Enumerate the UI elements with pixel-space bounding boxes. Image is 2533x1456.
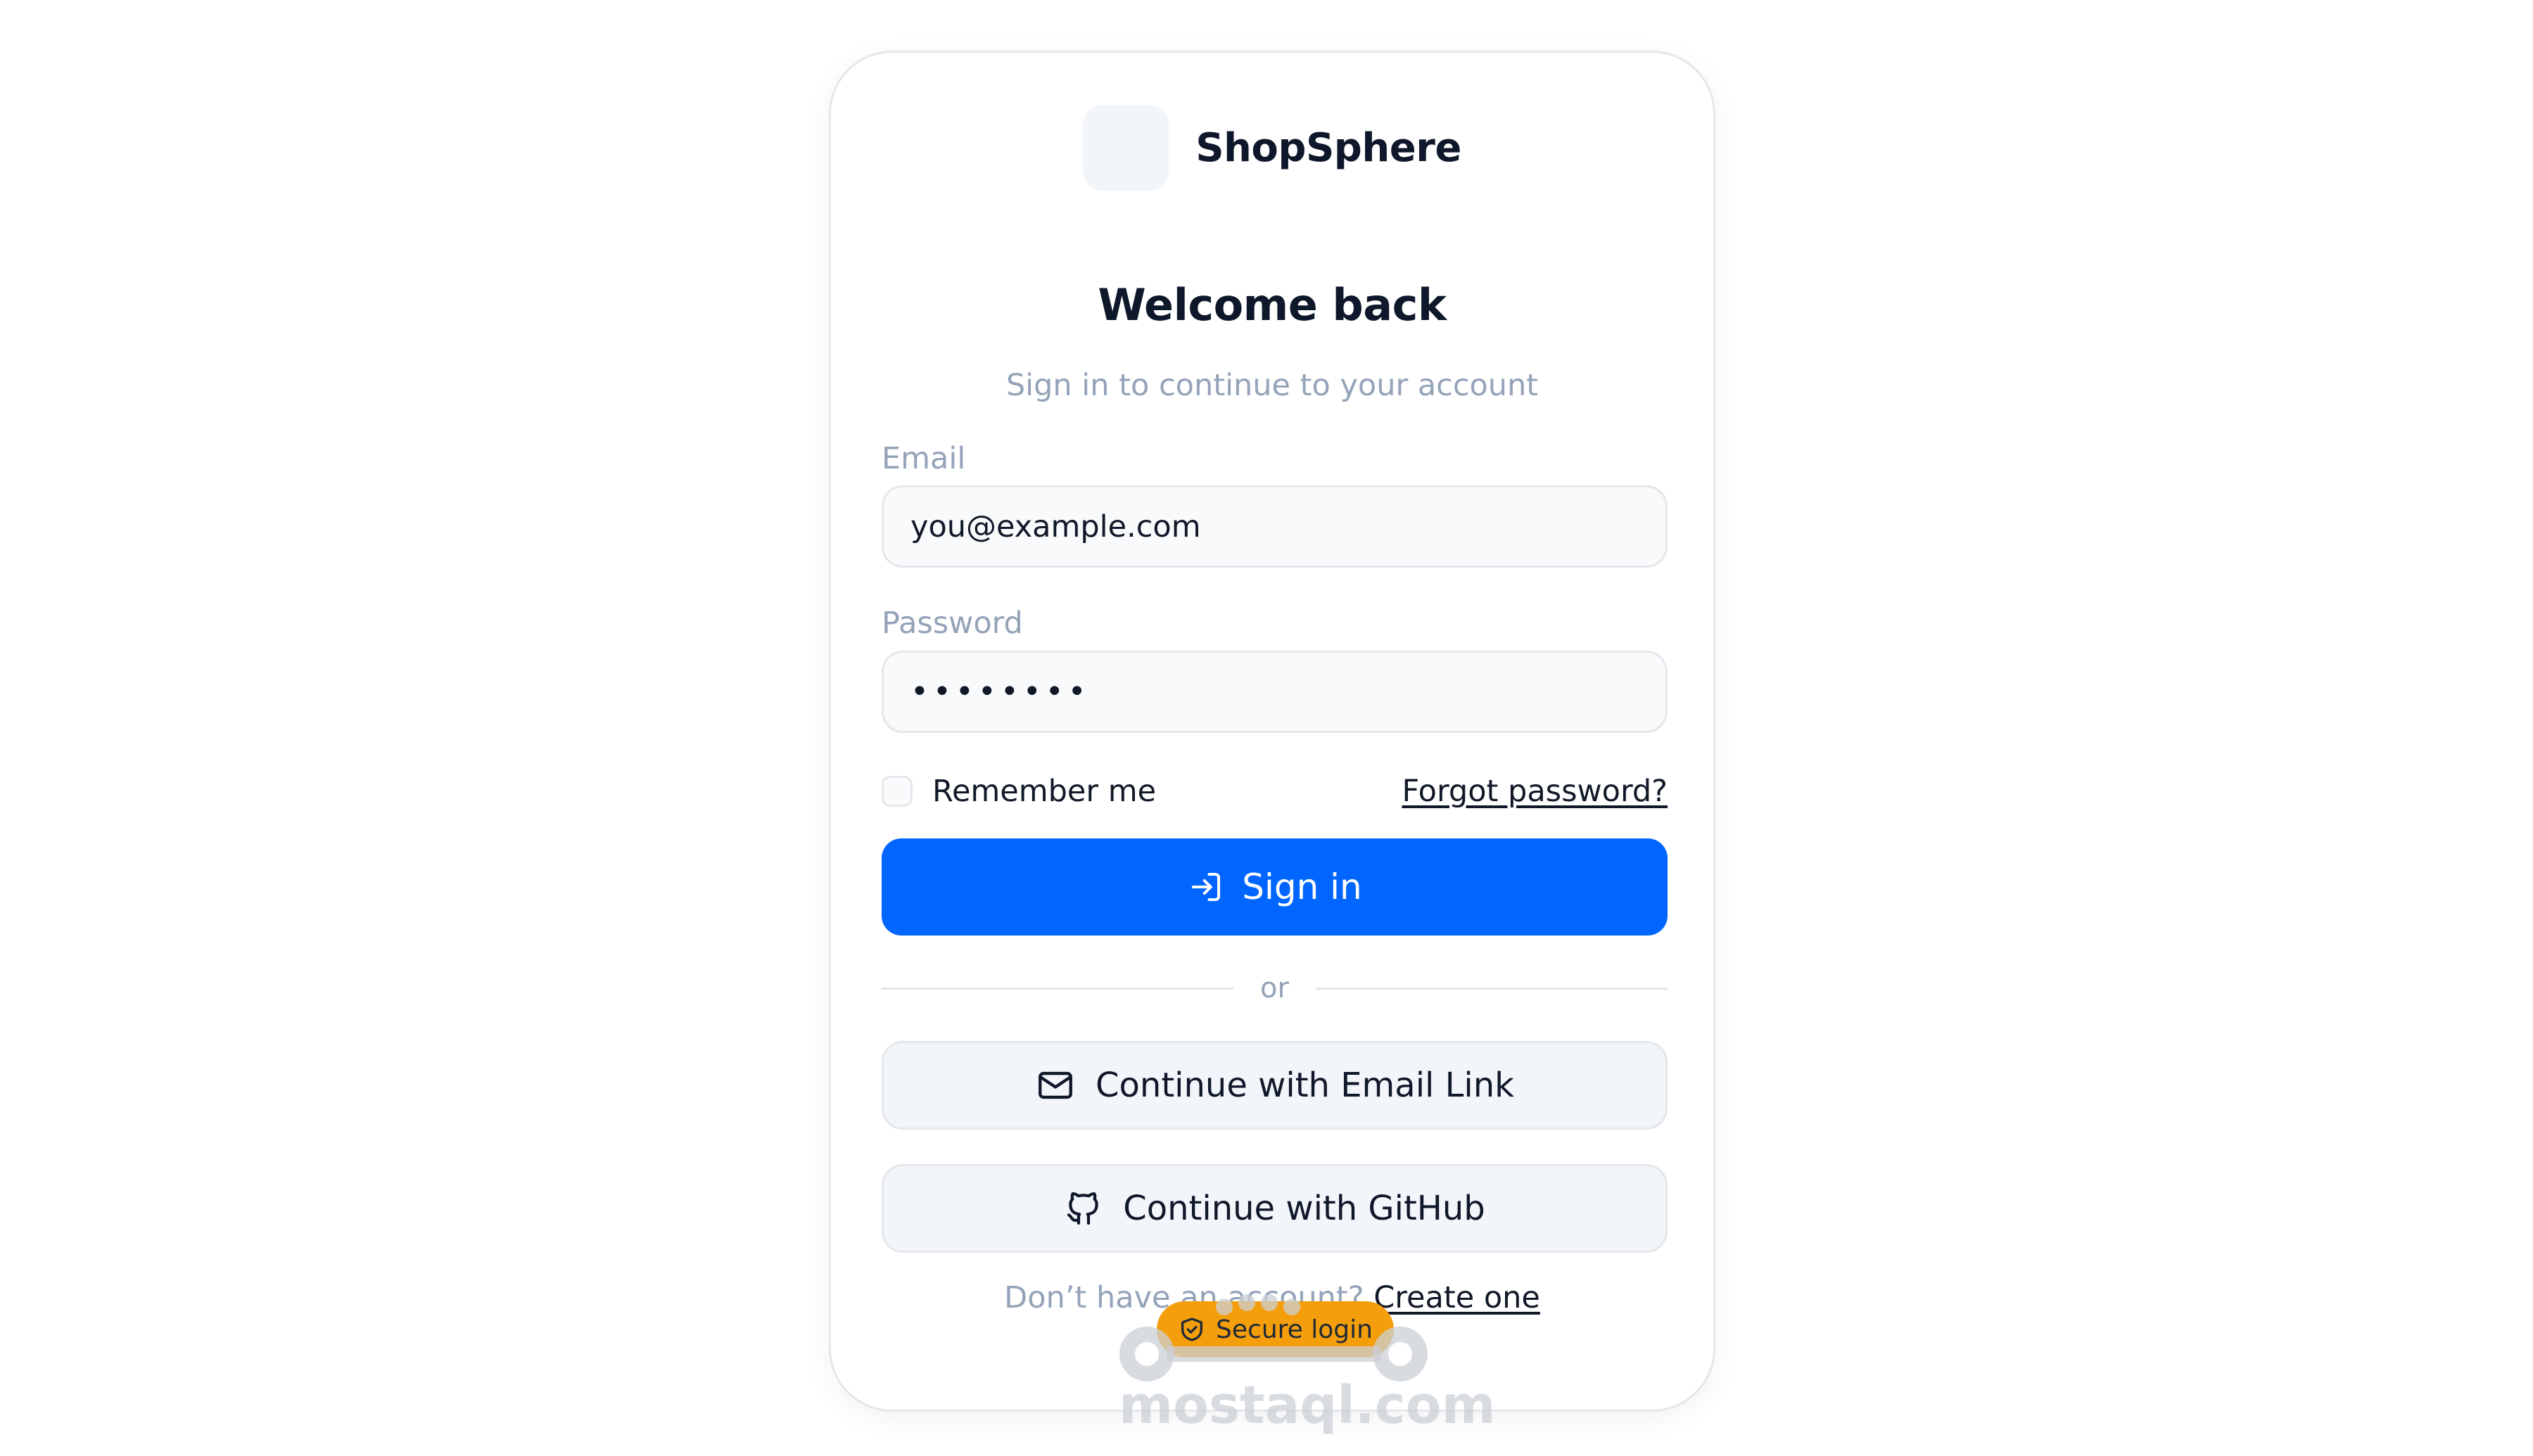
sign-in-icon	[1192, 872, 1221, 902]
github-button[interactable]: Continue with GitHub	[882, 1164, 1668, 1253]
divider-text: or	[1260, 972, 1289, 1004]
email-link-button-label: Continue with Email Link	[1096, 1066, 1514, 1105]
sign-in-button-label: Sign in	[1242, 867, 1362, 907]
brand-name: ShopSphere	[1195, 124, 1461, 171]
or-divider: or	[882, 967, 1668, 1009]
password-field[interactable]: ••••••••	[882, 651, 1668, 733]
remember-me[interactable]: Remember me	[882, 774, 1156, 809]
divider-line-left	[882, 987, 1234, 990]
github-icon	[1067, 1192, 1099, 1225]
login-card: ShopSphere Welcome back Sign in to conti…	[829, 51, 1715, 1412]
password-label: Password	[882, 606, 1023, 641]
github-button-label: Continue with GitHub	[1123, 1189, 1485, 1228]
mail-icon	[1039, 1071, 1072, 1099]
email-label: Email	[882, 441, 966, 476]
secure-login-badge-label: Secure login	[1216, 1315, 1373, 1344]
brand-header: ShopSphere	[831, 105, 1713, 191]
email-field-value: you@example.com	[910, 509, 1201, 544]
email-link-button[interactable]: Continue with Email Link	[882, 1041, 1668, 1130]
secure-login-badge: Secure login	[1157, 1301, 1394, 1358]
remember-row: Remember me Forgot password?	[882, 769, 1668, 814]
brand-logo	[1083, 105, 1169, 191]
password-field-value: ••••••••	[910, 674, 1091, 710]
divider-line-right	[1315, 987, 1668, 990]
remember-me-checkbox[interactable]	[882, 776, 913, 807]
email-field[interactable]: you@example.com	[882, 485, 1668, 568]
page-subtitle: Sign in to continue to your account	[1005, 368, 1539, 403]
page-title: Welcome back	[1098, 279, 1447, 331]
create-account-link[interactable]: Create one	[1373, 1280, 1540, 1315]
forgot-password-link[interactable]: Forgot password?	[1402, 774, 1668, 809]
remember-me-label: Remember me	[932, 774, 1157, 809]
shield-check-icon	[1181, 1317, 1203, 1341]
sign-in-button[interactable]: Sign in	[882, 838, 1668, 935]
